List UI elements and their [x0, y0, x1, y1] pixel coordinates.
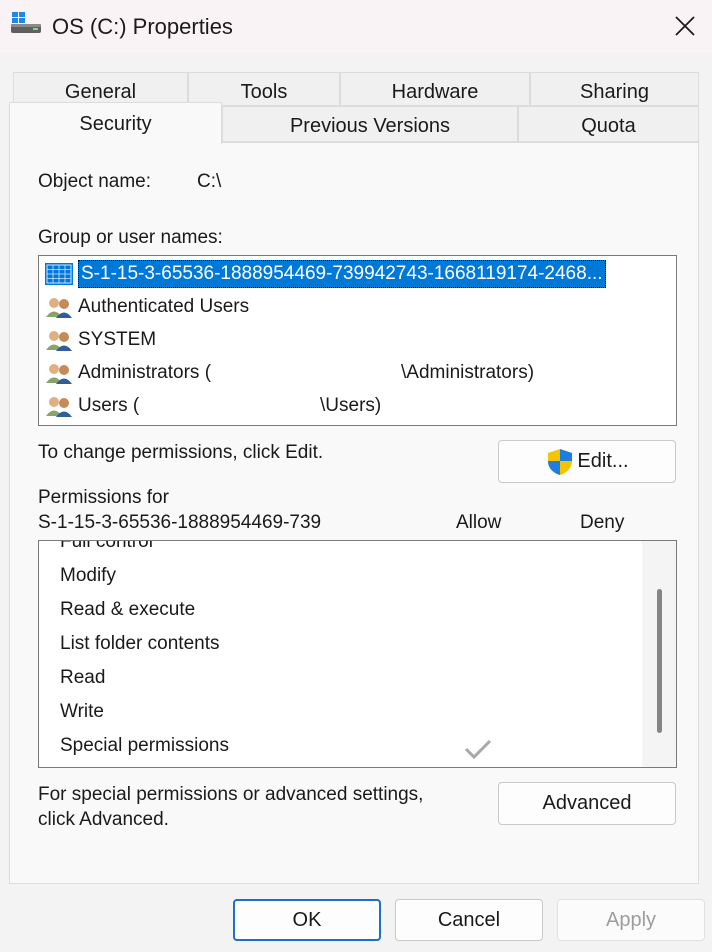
object-name-value: C:\ [197, 171, 222, 192]
permissions-list[interactable]: Full control Modify Read & execute List … [38, 540, 677, 768]
close-icon [675, 16, 695, 36]
object-name-label: Object name: [38, 171, 151, 192]
user-name-suffix: \Administrators) [401, 361, 535, 383]
advanced-hint-line2: click Advanced. [38, 809, 169, 830]
permissions-scrollbar[interactable] [642, 541, 676, 767]
tab-label: Sharing [580, 81, 649, 103]
tab-tools[interactable]: Tools [188, 72, 340, 106]
permission-write: Write [60, 701, 104, 722]
scrollbar-thumb[interactable] [657, 589, 662, 733]
users-icon [44, 360, 74, 386]
user-name: SYSTEM [78, 328, 157, 350]
apply-button[interactable]: Apply [557, 899, 705, 941]
permissions-for-name: S-1-15-3-65536-1888954469-739 [38, 512, 322, 533]
user-name: Users ( [78, 394, 140, 416]
list-item[interactable]: Administrators ( \Administrators) [44, 357, 676, 388]
change-permissions-hint: To change permissions, click Edit. [38, 442, 324, 463]
user-name: Authenticated Users [78, 295, 250, 317]
tab-label: General [64, 81, 137, 103]
list-item[interactable]: Users ( \Users) [44, 390, 676, 421]
advanced-button-label: Advanced [542, 792, 632, 814]
tab-label: Security [79, 113, 152, 135]
tab-general[interactable]: General [13, 72, 188, 106]
list-item[interactable]: S-1-15-3-65536-1888954469-739942743-1668… [44, 258, 676, 289]
user-name: Administrators ( [78, 361, 212, 383]
tab-previous-versions[interactable]: Previous Versions [222, 106, 518, 142]
permission-read: Read [60, 667, 106, 688]
permissions-for-label: Permissions for [38, 487, 169, 508]
tab-label: Tools [240, 81, 288, 103]
tab-hardware[interactable]: Hardware [340, 72, 530, 106]
ok-button[interactable]: OK [233, 899, 381, 941]
deny-column-header: Deny [580, 512, 625, 533]
list-item[interactable]: SYSTEM [44, 324, 676, 355]
group-label: Group or user names: [38, 227, 223, 248]
tab-label: Hardware [391, 81, 479, 103]
tab-security[interactable]: Security [9, 102, 222, 144]
shield-icon [548, 448, 573, 475]
advanced-button[interactable]: Advanced [498, 782, 676, 825]
tab-sharing[interactable]: Sharing [530, 72, 699, 106]
edit-button-label: Edit... [577, 450, 629, 472]
cancel-button-label: Cancel [437, 908, 501, 931]
allow-column-header: Allow [456, 512, 502, 533]
checkmark-icon [464, 739, 492, 760]
ok-button-label: OK [292, 908, 322, 931]
users-icon [44, 294, 74, 320]
user-name: S-1-15-3-65536-1888954469-739942743-1668… [78, 259, 606, 288]
advanced-hint-line1: For special permissions or advanced sett… [38, 784, 424, 805]
permission-special: Special permissions [60, 735, 229, 756]
permission-full-control: Full control [60, 540, 153, 552]
drive-icon [11, 12, 41, 34]
permission-modify: Modify [60, 565, 116, 586]
tab-quota[interactable]: Quota [518, 106, 699, 142]
cancel-button[interactable]: Cancel [395, 899, 543, 941]
close-button[interactable] [660, 4, 710, 48]
user-list[interactable]: S-1-15-3-65536-1888954469-739942743-1668… [38, 255, 677, 426]
users-icon [44, 327, 74, 353]
tab-label: Quota [581, 115, 636, 137]
tab-label: Previous Versions [289, 115, 451, 137]
user-name-suffix: \Users) [320, 394, 382, 416]
window-title: OS (C:) Properties [52, 14, 233, 39]
permission-list-folder: List folder contents [60, 633, 220, 654]
users-icon [44, 393, 74, 419]
list-item[interactable]: Authenticated Users [44, 291, 676, 322]
permission-read-execute: Read & execute [60, 599, 196, 620]
apply-button-label: Apply [605, 908, 657, 931]
edit-button[interactable]: Edit... [498, 440, 676, 483]
package-icon [44, 261, 74, 287]
